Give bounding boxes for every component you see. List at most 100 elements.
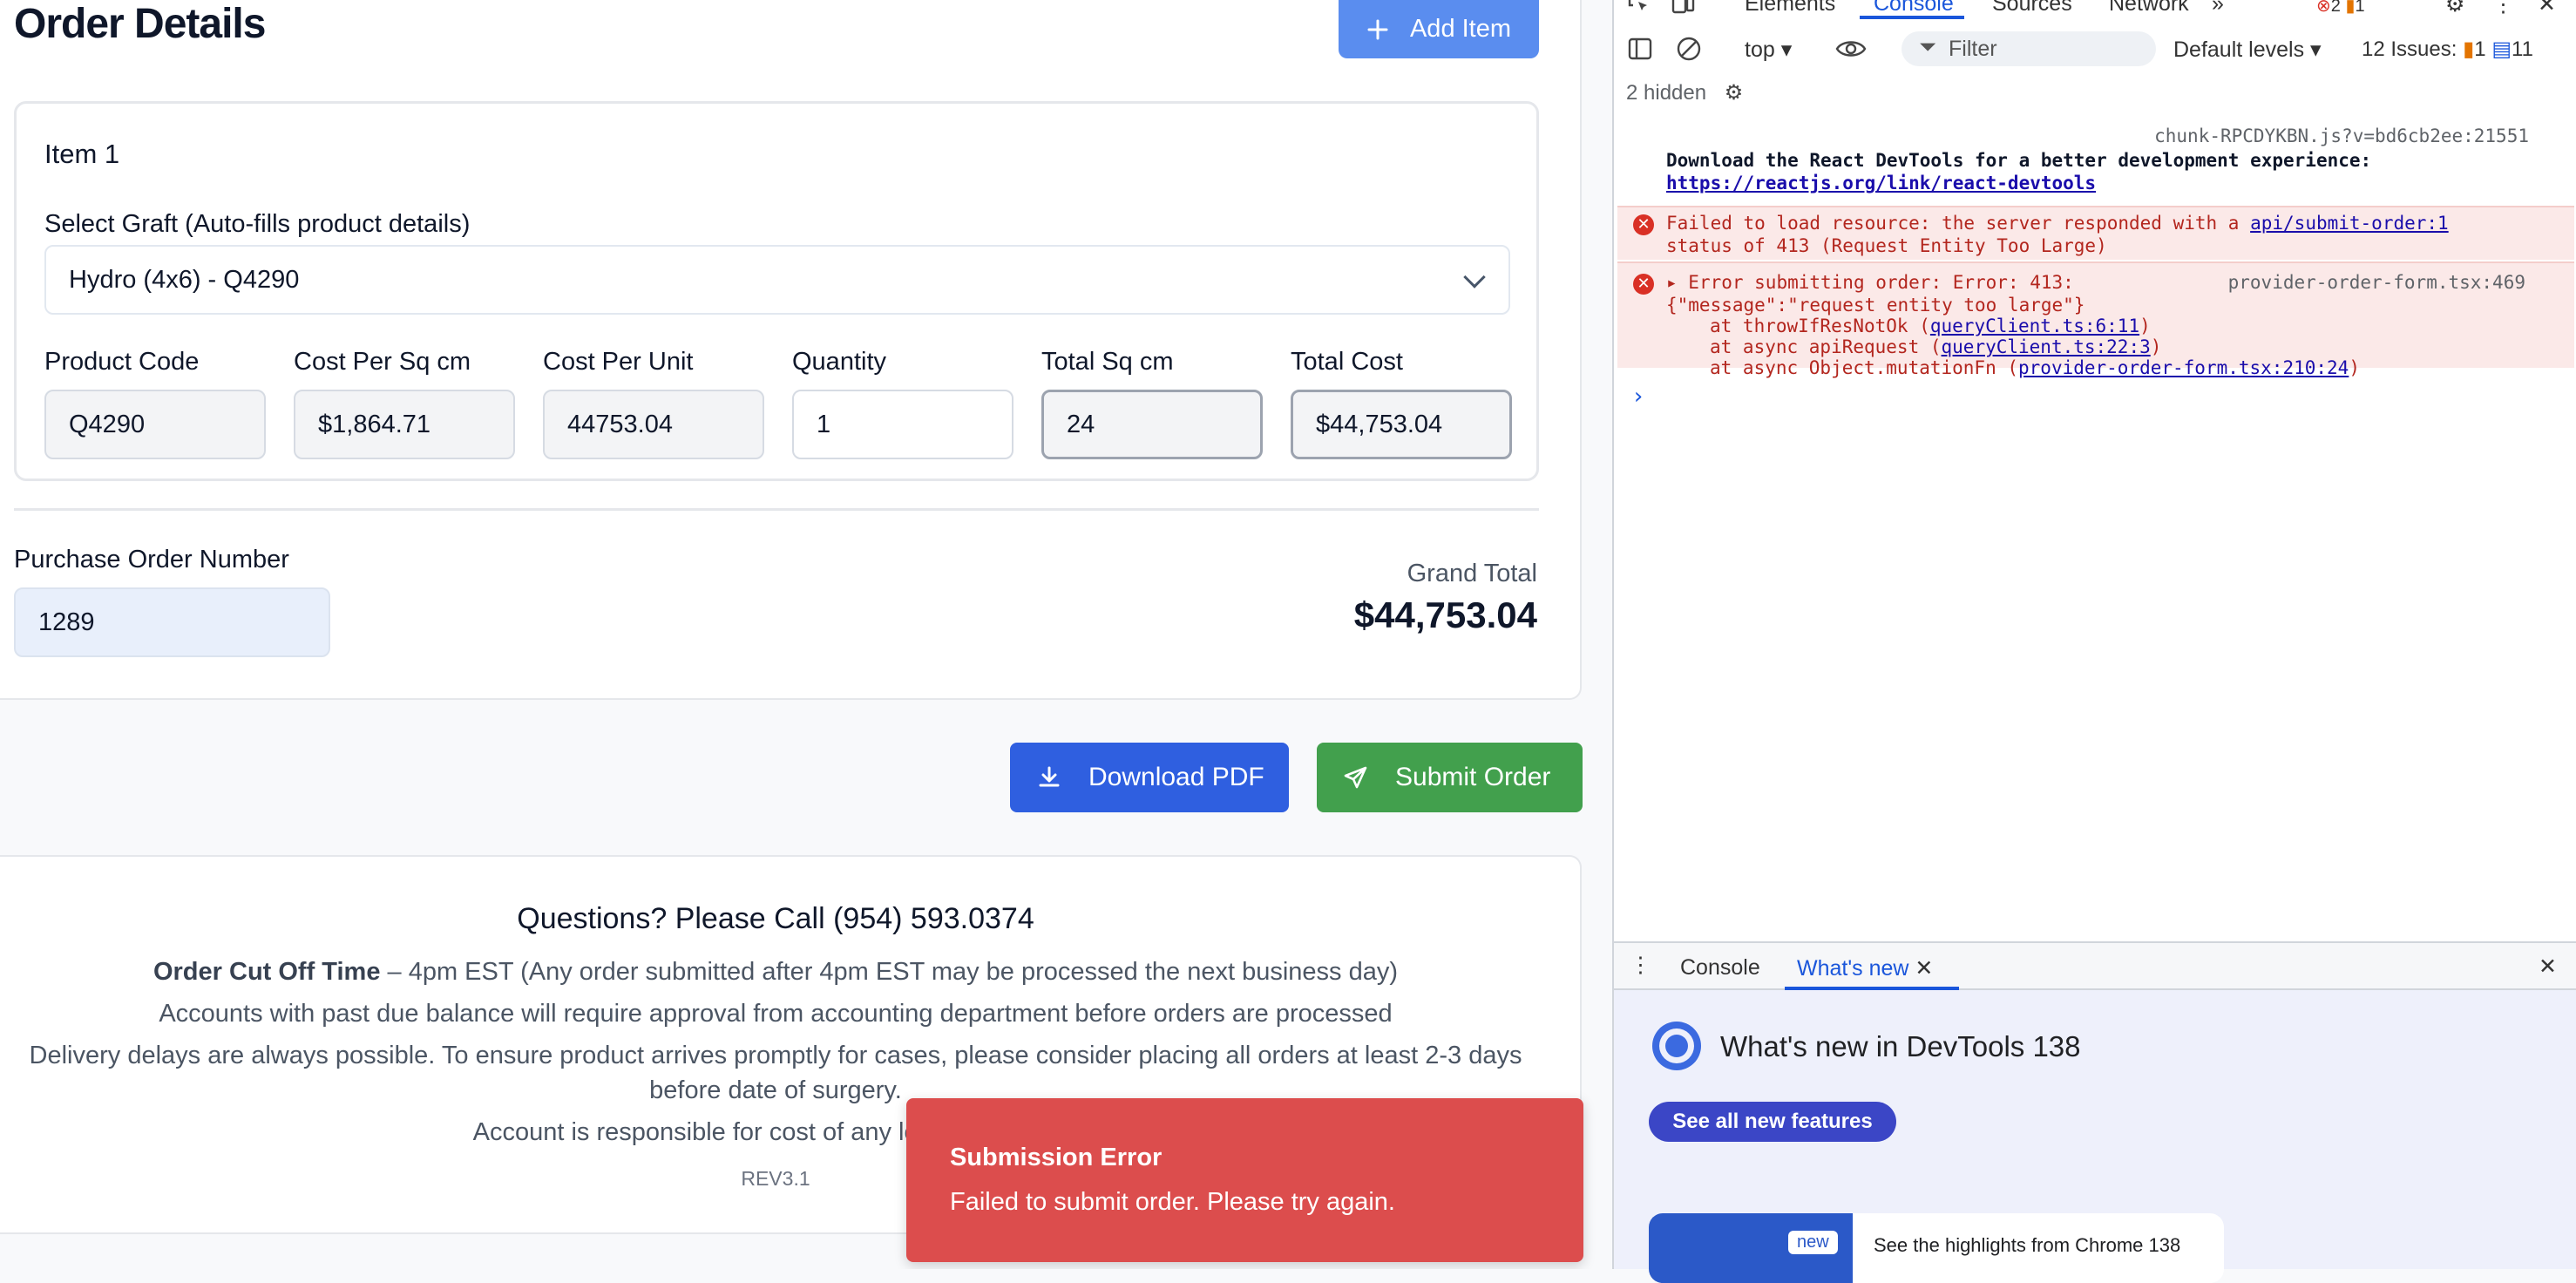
stack-line-prefix: at async Object.mutationFn ( [1710, 357, 2019, 378]
log-levels-value: Default levels [2173, 37, 2305, 62]
drawer-tab-whats-new[interactable]: What's new ✕ [1797, 955, 1933, 981]
issues-counter[interactable]: 12 Issues: ▮1 ▤11 [2362, 37, 2533, 62]
console-error-submit: ✕ ▸ Error submitting order: Error: 413: … [1617, 261, 2574, 378]
error-toast[interactable]: Submission Error Failed to submit order.… [906, 1098, 1583, 1262]
inspect-icon[interactable] [1626, 0, 1652, 16]
react-devtools-link[interactable]: https://reactjs.org/link/react-devtools [1666, 173, 2096, 193]
stack-link[interactable]: queryClient.ts:6:11 [1930, 316, 2139, 336]
total-cost-field: Total Cost $44,753.04 [1291, 348, 1512, 459]
drawer-tab-whats-new-label: What's new [1797, 956, 1909, 981]
submit-order-link[interactable]: api/submit-order:1 [2250, 213, 2449, 234]
error-icon: ✕ [1633, 214, 1654, 235]
graft-select[interactable]: Hydro (4x6) - Q4290 [44, 245, 1510, 315]
console-prompt[interactable]: › [1631, 384, 1645, 410]
toast-title: Submission Error [950, 1144, 1163, 1171]
whats-new-panel: What's new in DevTools 138 See all new f… [1614, 990, 2576, 1283]
total-cost-input[interactable]: $44,753.04 [1291, 390, 1512, 459]
see-all-features-button[interactable]: See all new features [1649, 1102, 1896, 1142]
stack-line: at async Object.mutationFn (provider-ord… [1710, 357, 2360, 378]
cutoff-bold: Order Cut Off Time [153, 958, 381, 986]
issue-info-icon: ▤ [2491, 37, 2512, 61]
submit-order-label: Submit Order [1395, 763, 1551, 791]
context-select[interactable]: top ▾ [1745, 37, 1792, 63]
eye-icon[interactable] [1835, 37, 1867, 61]
console-settings-gear-icon[interactable]: ⚙ [1725, 81, 1744, 105]
cost-per-unit-input[interactable]: 44753.04 [543, 390, 764, 459]
po-number-input[interactable]: 1289 [14, 587, 330, 657]
error-circle-icon: ⊗ [2316, 0, 2331, 16]
product-code-field: Product Code Q4290 [44, 348, 266, 459]
download-pdf-button[interactable]: Download PDF [1010, 743, 1289, 812]
error-message-status: status of 413 (Request Entity Too Large) [1666, 235, 2107, 256]
highlights-text: See the highlights from Chrome 138 [1874, 1234, 2181, 1256]
page-title: Order Details [14, 1, 266, 47]
download-pdf-label: Download PDF [1088, 763, 1264, 791]
total-cost-label: Total Cost [1291, 348, 1403, 376]
phone-line: Questions? Please Call (954) 593.0374 [517, 902, 1034, 935]
error-message-text: Failed to load resource: the server resp… [1666, 213, 2449, 234]
total-sqcm-field: Total Sq cm 24 [1041, 348, 1263, 459]
tab-network[interactable]: Network [2109, 0, 2189, 17]
highlights-card[interactable]: new See the highlights from Chrome 138 [1649, 1213, 2224, 1283]
item-title: Item 1 [44, 139, 120, 169]
close-devtools-icon[interactable]: ✕ [2538, 0, 2556, 17]
issues-info-count: 11 [2512, 37, 2533, 61]
stack-line-suffix: ) [2150, 336, 2162, 357]
tab-elements[interactable]: Elements [1745, 0, 1835, 17]
stack-link[interactable]: provider-order-form.tsx:210:24 [2018, 357, 2349, 378]
chrome-logo-icon [1652, 1022, 1701, 1070]
error-source-link[interactable]: provider-order-form.tsx:469 [2228, 272, 2525, 293]
order-details-card: Order Details Add Item Item 1 Select Gra… [0, 0, 1582, 700]
stack-line-prefix: at async apiRequest ( [1710, 336, 1942, 357]
issues-warn-count: 1 [2474, 37, 2486, 61]
close-drawer-icon[interactable]: ✕ [2539, 954, 2557, 980]
error-toggle[interactable]: ▸ Error submitting order: Error: 413: [1666, 272, 2074, 293]
total-sqcm-input[interactable]: 24 [1041, 390, 1263, 459]
close-tab-icon[interactable]: ✕ [1915, 956, 1933, 981]
error-count-badge[interactable]: ⊗2 ▮1 [2316, 0, 2365, 17]
divider [14, 508, 1539, 511]
tab-sources[interactable]: Sources [1992, 0, 2072, 17]
message-text: Download the React DevTools for a better… [1666, 150, 2372, 171]
log-levels-dropdown[interactable]: Default levels ▾ [2173, 37, 2322, 63]
context-value: top [1745, 37, 1775, 62]
clear-console-icon[interactable] [1675, 35, 1703, 63]
settings-gear-icon[interactable]: ⚙ [2445, 0, 2464, 17]
add-item-label: Add Item [1409, 15, 1512, 43]
error-message-main: Failed to load resource: the server resp… [1666, 213, 2240, 234]
error-message-title: Error submitting order: Error: 413: [1688, 272, 2074, 293]
product-code-input[interactable]: Q4290 [44, 390, 266, 459]
tab-console[interactable]: Console [1874, 0, 1954, 17]
download-icon [1039, 766, 1060, 787]
stack-link[interactable]: queryClient.ts:22:3 [1942, 336, 2151, 357]
stack-line-suffix: ) [2139, 316, 2151, 336]
graft-label: Select Graft (Auto-fills product details… [44, 210, 471, 238]
more-tabs-icon[interactable]: » [2212, 0, 2224, 17]
drawer-tabbar: ⋮ Console What's new ✕ ✕ [1614, 941, 2576, 990]
message-source-link[interactable]: chunk-RPCDYKBN.js?v=bd6cb2ee:21551 [2154, 126, 2529, 146]
error-count: 2 [2330, 0, 2341, 16]
delivery-line: Delivery delays are always possible. To … [29, 1042, 1522, 1104]
console-filter-input[interactable]: ⏷ Filter [1901, 31, 2156, 66]
stack-line-suffix: ) [2349, 357, 2360, 378]
drawer-menu-icon[interactable]: ⋮ [1630, 952, 1651, 978]
add-item-button[interactable]: Add Item [1339, 0, 1539, 58]
warning-flag-icon: ▮ [2345, 0, 2356, 16]
issues-label: 12 Issues: [2362, 37, 2457, 61]
device-toggle-icon[interactable] [1670, 0, 1696, 16]
cost-per-sqcm-input[interactable]: $1,864.71 [294, 390, 515, 459]
chevron-down-icon [1463, 266, 1486, 289]
kebab-menu-icon[interactable]: ⋮ [2492, 0, 2514, 17]
quantity-input[interactable]: 1 [792, 390, 1013, 459]
warning-count: 1 [2355, 0, 2365, 16]
drawer-tab-console[interactable]: Console [1680, 955, 1760, 981]
graft-select-value: Hydro (4x6) - Q4290 [69, 265, 300, 294]
po-number-label: Purchase Order Number [14, 546, 289, 574]
error-icon: ✕ [1633, 274, 1654, 295]
submit-order-button[interactable]: Submit Order [1317, 743, 1583, 812]
item-card: Item 1 Select Graft (Auto-fills product … [14, 101, 1539, 481]
cutoff-line: Order Cut Off Time – 4pm EST (Any order … [17, 954, 1534, 989]
sidebar-toggle-icon[interactable] [1626, 35, 1654, 63]
grand-total-label: Grand Total [1407, 560, 1537, 587]
toast-message: Failed to submit order. Please try again… [950, 1188, 1395, 1216]
